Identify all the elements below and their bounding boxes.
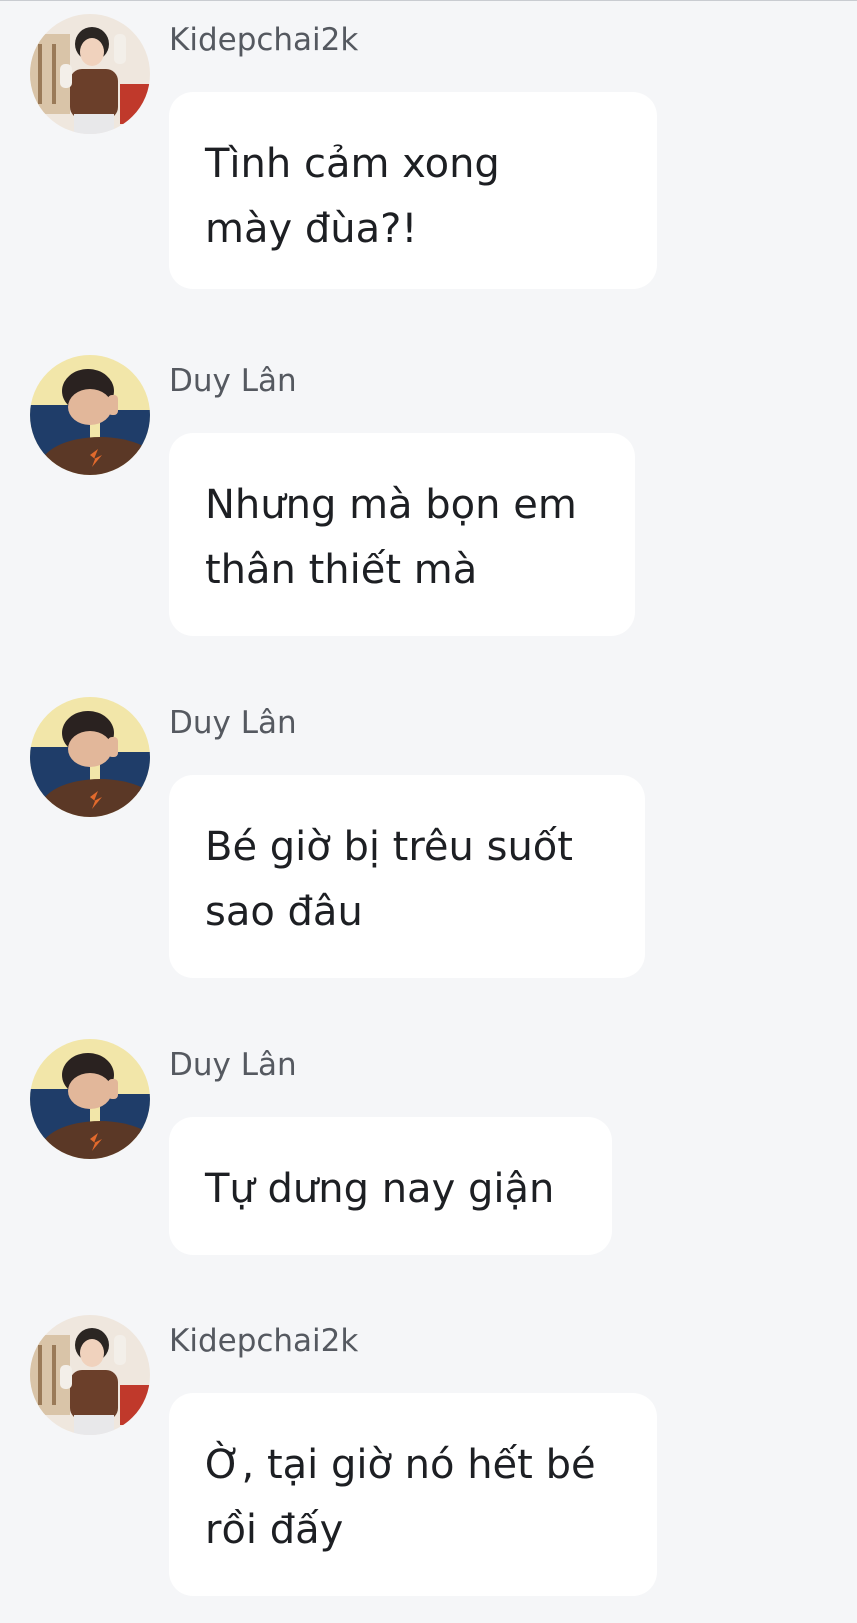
message-bubble[interactable]: Tình cảm xong mày đùa?! [169, 92, 657, 289]
message-text: Nhưng mà bọn em [205, 482, 577, 528]
message-text: Tình cảm xong [205, 141, 500, 187]
top-divider [0, 0, 857, 1]
sender-name: Kidepchai2k [169, 22, 359, 58]
message-text: thân thiết mà [205, 547, 478, 593]
sender-name: Duy Lân [169, 1047, 297, 1083]
kidepchai-avatar-icon [30, 14, 150, 134]
message-bubble[interactable]: Ờ, tại giờ nó hết bé rồi đấy [169, 1393, 657, 1596]
sender-name: Duy Lân [169, 705, 297, 741]
duy-lan-avatar-icon [30, 697, 150, 817]
message-text: Bé giờ bị trêu suốt [205, 824, 573, 870]
avatar[interactable] [30, 1315, 150, 1435]
message-bubble[interactable]: Tự dưng nay giận [169, 1117, 612, 1255]
avatar[interactable] [30, 697, 150, 817]
message-text: Ờ, tại giờ nó hết bé [205, 1442, 596, 1488]
sender-name: Duy Lân [169, 363, 297, 399]
message-text: mày đùa?! [205, 206, 418, 252]
message-bubble[interactable]: Bé giờ bị trêu suốt sao đâu [169, 775, 645, 978]
avatar[interactable] [30, 14, 150, 134]
message-bubble[interactable]: Nhưng mà bọn em thân thiết mà [169, 433, 635, 636]
avatar[interactable] [30, 355, 150, 475]
kidepchai-avatar-icon [30, 1315, 150, 1435]
message-text: rồi đấy [205, 1507, 344, 1553]
message-text: sao đâu [205, 889, 363, 935]
message-text: Tự dưng nay giận [205, 1166, 555, 1212]
sender-name: Kidepchai2k [169, 1323, 359, 1359]
duy-lan-avatar-icon [30, 1039, 150, 1159]
duy-lan-avatar-icon [30, 355, 150, 475]
avatar[interactable] [30, 1039, 150, 1159]
